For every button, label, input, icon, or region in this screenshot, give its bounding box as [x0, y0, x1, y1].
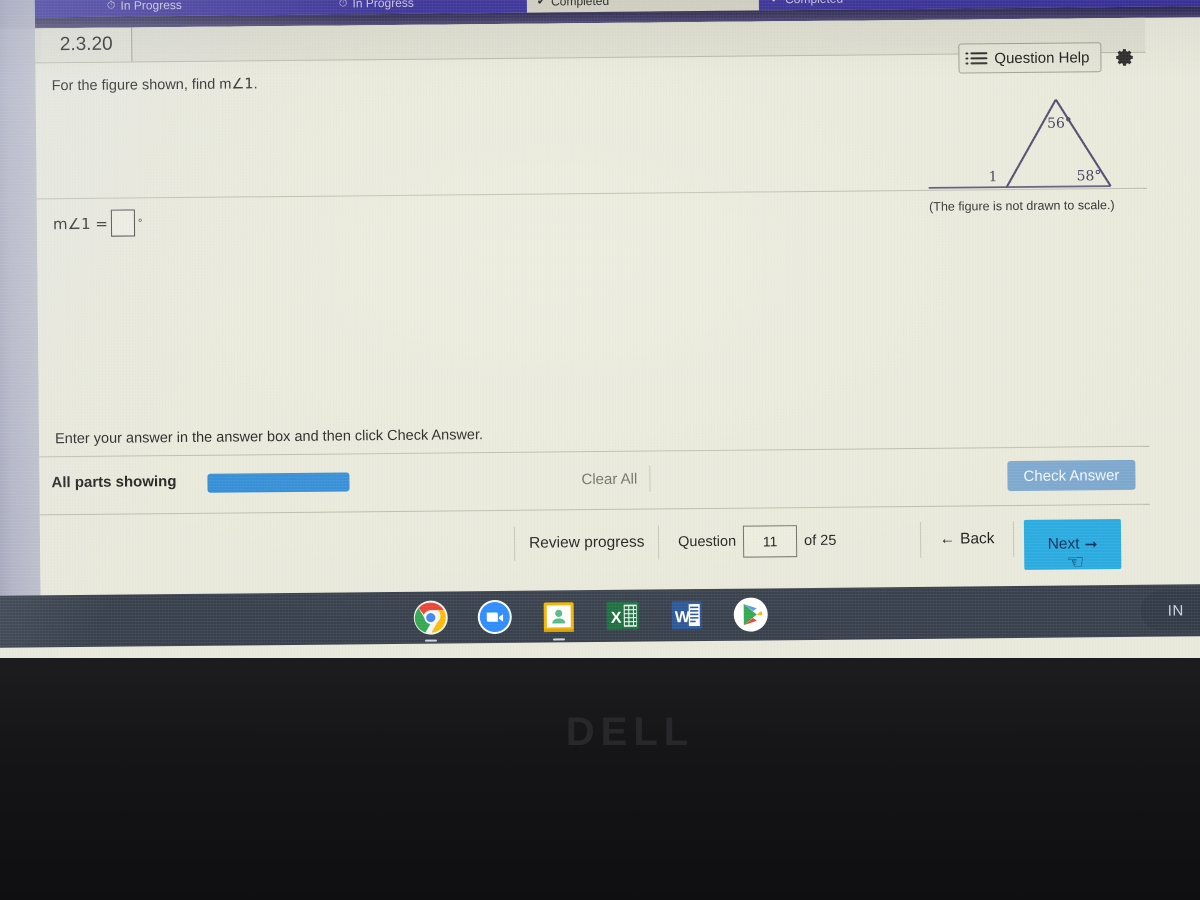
parts-progress-fill: [207, 472, 350, 493]
exercise-page: 2.3.20 Question Help For the figure show…: [35, 17, 1151, 594]
status-area[interactable]: IN: [1140, 590, 1200, 631]
question-text: For the figure shown, find m∠1.: [52, 71, 812, 94]
clock-icon: ⏱: [338, 0, 348, 9]
arrow-right-icon: ➞: [1084, 535, 1098, 553]
browser-tab-1-label: In Progress: [352, 0, 414, 11]
monitor-bezel: [0, 655, 1200, 900]
browser-tab-3-label: Completed: [785, 0, 843, 6]
question-text-prefix: For the figure shown, find m: [51, 76, 232, 95]
chrome-icon[interactable]: [413, 599, 449, 642]
question-word-label: Question: [677, 533, 737, 551]
hint-text: Enter your answer in the answer box and …: [54, 427, 484, 448]
question-text-suffix: .: [253, 76, 258, 93]
svg-text:58°: 58°: [1076, 168, 1101, 184]
answer-row: m∠1 = °: [53, 209, 143, 237]
svg-text:W: W: [675, 609, 691, 626]
gear-icon[interactable]: [1111, 44, 1137, 70]
review-progress-button[interactable]: Review progress: [513, 525, 660, 561]
play-store-icon[interactable]: [733, 596, 769, 632]
figure-caption: (The figure is not drawn to scale.): [929, 198, 1115, 214]
question-text-angle: ∠1: [231, 76, 254, 93]
answer-input[interactable]: [110, 209, 136, 237]
question-help-label: Question Help: [994, 48, 1090, 67]
screen-glare-left: [0, 0, 41, 608]
svg-text:56°: 56°: [1047, 115, 1072, 131]
back-label: Back: [959, 530, 995, 548]
svg-text:X: X: [611, 610, 622, 627]
degree-symbol: °: [137, 216, 143, 229]
monitor-photo: DELL ⏱ In Progress ⏱ In Progress ✔ Compl…: [0, 0, 1200, 900]
arrow-left-icon: ←: [939, 530, 956, 548]
mouse-cursor-hand-icon: ☜: [1066, 551, 1085, 574]
taskbar-shelf: X W IN: [0, 584, 1200, 648]
dell-logo: DELL: [565, 710, 695, 754]
shelf-icon-list: X W: [413, 596, 769, 642]
word-icon[interactable]: W: [669, 597, 705, 633]
triangle-figure: 56° 58° 1 (The figure is not drawn to sc…: [910, 90, 1133, 242]
google-classroom-icon[interactable]: [541, 598, 577, 641]
parts-progress-bar: [207, 472, 350, 493]
list-icon: [970, 51, 988, 65]
svg-text:1: 1: [988, 169, 997, 185]
all-parts-showing-label: All parts showing: [51, 473, 177, 492]
back-button[interactable]: ← Back: [919, 521, 1015, 558]
question-help-button[interactable]: Question Help: [958, 42, 1102, 74]
active-indicator-dot: [552, 638, 565, 641]
check-icon: ✔: [771, 0, 780, 5]
screen: ⏱ In Progress ⏱ In Progress ✔ Completed …: [0, 0, 1200, 658]
active-indicator-dot: [424, 639, 438, 642]
question-number-group: Question 11 of 25: [678, 524, 837, 560]
check-icon: ✔: [536, 0, 547, 8]
clock-icon: ⏱: [106, 0, 116, 12]
browser-tab-2-label: Completed: [551, 0, 610, 9]
answer-prefix: m∠1 =: [52, 214, 109, 233]
clear-all-button[interactable]: Clear All: [569, 465, 651, 493]
bottom-nav-bar: Review progress Question 11 of 25 ← Back…: [40, 507, 1151, 580]
zoom-icon[interactable]: [477, 599, 513, 635]
help-toolbar: Question Help: [958, 40, 1137, 76]
browser-tab-0-label: In Progress: [120, 0, 182, 13]
excel-icon[interactable]: X: [605, 598, 641, 634]
check-answer-button[interactable]: Check Answer: [1007, 459, 1136, 492]
exercise-number: 2.3.20: [41, 27, 133, 63]
question-number-input[interactable]: 11: [742, 525, 798, 558]
parts-row: All parts showing Clear All Check Answer: [39, 452, 1149, 511]
question-total-label: of 25: [804, 532, 837, 550]
